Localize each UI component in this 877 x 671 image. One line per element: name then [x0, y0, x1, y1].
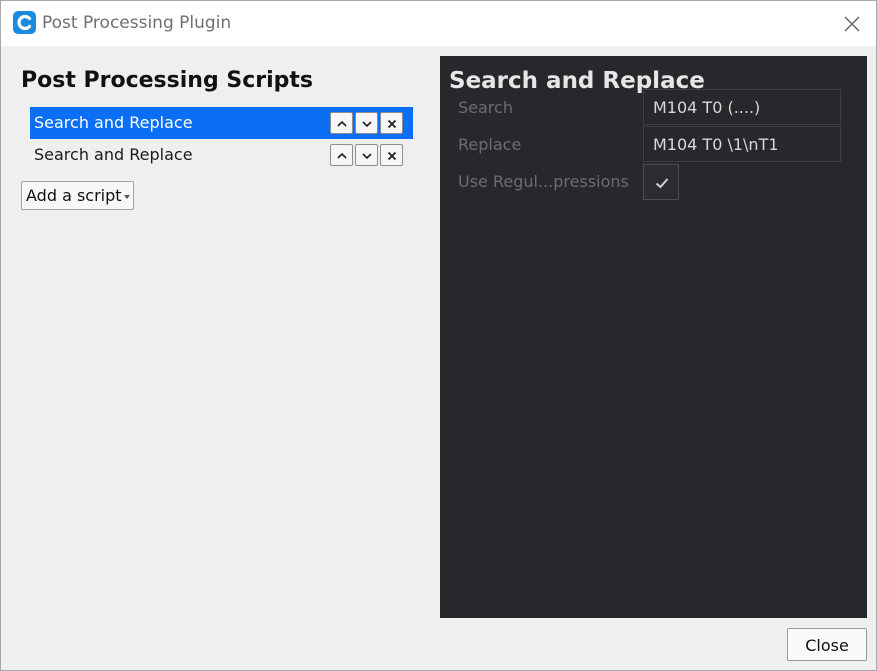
dropdown-caret-icon: [124, 195, 130, 199]
cura-app-icon: [13, 11, 36, 34]
search-label: Search: [458, 98, 513, 117]
script-item-label: Search and Replace: [34, 145, 193, 164]
remove-script-button[interactable]: [380, 144, 403, 166]
move-up-button[interactable]: [330, 144, 353, 166]
script-item-2[interactable]: Search and Replace: [30, 139, 413, 171]
search-field[interactable]: M104 T0 (....): [643, 89, 841, 125]
chevron-down-icon: [362, 121, 372, 128]
script-settings-panel: Search and Replace Search M104 T0 (....)…: [440, 56, 867, 618]
close-button-label: Close: [805, 636, 849, 655]
script-item-1[interactable]: Search and Replace: [30, 107, 413, 139]
scripts-panel: Post Processing Scripts Search and Repla…: [1, 46, 438, 626]
regex-checkbox[interactable]: [643, 164, 679, 200]
regex-label: Use Regul...pressions: [458, 172, 629, 191]
window-title: Post Processing Plugin: [42, 13, 232, 33]
title-bar[interactable]: Post Processing Plugin: [1, 1, 876, 46]
search-value: M104 T0 (....): [653, 98, 761, 117]
chevron-down-icon: [362, 153, 372, 160]
close-button[interactable]: Close: [787, 628, 867, 661]
chevron-up-icon: [337, 152, 347, 159]
replace-field[interactable]: M104 T0 \1\nT1: [643, 126, 841, 162]
scripts-heading: Post Processing Scripts: [21, 68, 313, 93]
dialog-window: Post Processing Plugin Post Processing S…: [0, 0, 877, 671]
chevron-up-icon: [337, 120, 347, 127]
replace-value: M104 T0 \1\nT1: [653, 135, 779, 154]
close-icon[interactable]: [841, 13, 863, 35]
replace-label: Replace: [458, 135, 522, 154]
add-script-label: Add a script: [26, 186, 122, 205]
script-item-label: Search and Replace: [34, 113, 193, 132]
add-script-button[interactable]: Add a script: [21, 181, 134, 210]
move-up-button[interactable]: [330, 112, 353, 134]
remove-icon: [387, 119, 397, 129]
checkmark-icon: [655, 178, 669, 189]
remove-script-button[interactable]: [380, 112, 403, 134]
remove-icon: [387, 151, 397, 161]
move-down-button[interactable]: [355, 112, 378, 134]
move-down-button[interactable]: [355, 144, 378, 166]
